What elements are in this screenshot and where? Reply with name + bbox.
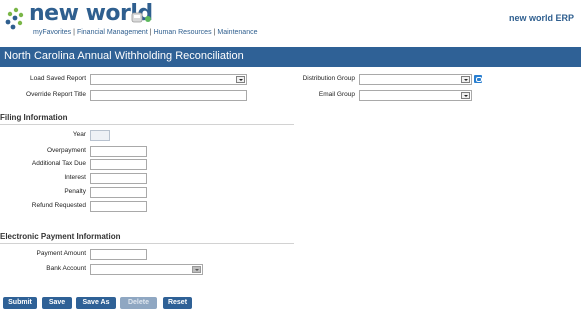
main-nav: myFavorites | Financial Management | Human R… [33, 29, 258, 36]
delete-button: Delete [120, 297, 157, 309]
refund-requested-label: Refund Requested [31, 202, 86, 209]
electronic-payment-heading: Electronic Payment Information [0, 232, 121, 241]
additional-tax-due-label: Additional Tax Due [31, 160, 86, 167]
overpayment-label: Overpayment [46, 147, 86, 154]
reset-button[interactable]: Reset [163, 297, 192, 309]
override-report-title-label: Override Report Title [26, 91, 86, 98]
load-saved-report-label: Load Saved Report [29, 75, 86, 82]
year-label: Year [72, 131, 86, 138]
nav-maintenance[interactable]: Maintenance [217, 29, 257, 36]
override-report-title-input[interactable] [90, 90, 247, 101]
section-divider [0, 243, 294, 244]
nav-human-resources[interactable]: Human Resources [154, 29, 212, 36]
load-saved-report-select[interactable] [90, 74, 247, 85]
nav-separator: | [213, 29, 216, 36]
payment-amount-input[interactable] [90, 249, 147, 260]
penalty-label: Penalty [64, 188, 86, 195]
chevron-down-icon[interactable] [236, 76, 245, 83]
year-input[interactable] [90, 130, 110, 141]
nav-financial-management[interactable]: Financial Management [77, 29, 148, 36]
interest-input[interactable] [90, 173, 147, 184]
refresh-icon[interactable] [474, 75, 482, 83]
interest-label: Interest [64, 174, 86, 181]
bank-account-label: Bank Account [46, 265, 86, 272]
nav-separator: | [149, 29, 152, 36]
brand-label: new world ERP [508, 13, 574, 23]
email-group-label: Email Group [318, 91, 355, 98]
page-title: North Carolina Annual Withholding Reconc… [4, 50, 244, 62]
payment-amount-label: Payment Amount [36, 250, 87, 257]
app-header: new world myFavorites | Financial Manageme… [0, 0, 581, 40]
penalty-input[interactable] [90, 187, 147, 198]
logo-dots-icon [5, 7, 24, 30]
save-button[interactable]: Save [42, 297, 72, 309]
nav-separator: | [73, 29, 75, 36]
distribution-group-select[interactable] [359, 74, 472, 85]
save-as-button[interactable]: Save As [76, 297, 116, 309]
chevron-down-icon[interactable] [461, 92, 470, 99]
page-title-bar: North Carolina Annual Withholding Reconc… [0, 47, 581, 67]
email-group-select[interactable] [359, 90, 472, 101]
nav-myfavorites[interactable]: myFavorites [33, 29, 71, 36]
bank-account-select[interactable] [90, 264, 203, 275]
overpayment-input[interactable] [90, 146, 147, 157]
section-divider [0, 124, 294, 125]
submit-button[interactable]: Submit [3, 297, 37, 309]
refund-requested-input[interactable] [90, 201, 147, 212]
chevron-down-icon[interactable] [192, 266, 201, 273]
chevron-down-icon[interactable] [461, 76, 470, 83]
distribution-group-label: Distribution Group [302, 75, 355, 82]
additional-tax-due-input[interactable] [90, 159, 147, 170]
filing-information-heading: Filing Information [0, 113, 68, 122]
status-icon [131, 12, 151, 23]
